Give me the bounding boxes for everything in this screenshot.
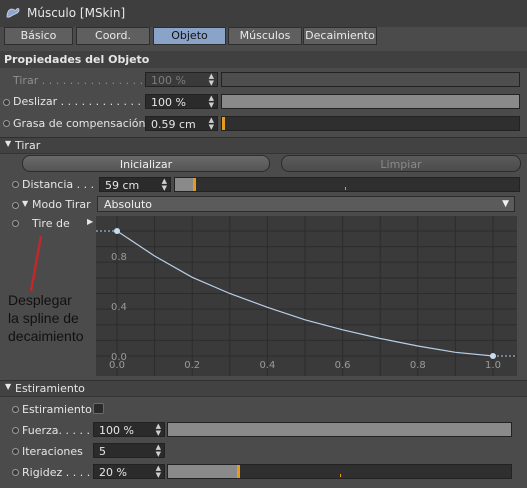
animation-dot-icon[interactable]	[12, 469, 19, 476]
grasa-slider-handle	[222, 117, 225, 130]
force-slider[interactable]	[167, 422, 512, 437]
iterations-label: Iteraciones	[22, 445, 83, 458]
annotation-text: Desplegar la spline de decaimiento	[8, 291, 84, 345]
stretch-section-title: Estiramiento	[15, 382, 85, 395]
stretch-checkbox[interactable]	[93, 403, 104, 414]
mode-dropdown[interactable]: Absoluto ▼	[97, 196, 515, 212]
animation-dot-icon[interactable]	[12, 202, 19, 209]
y-tick-label: 0.0	[111, 352, 127, 363]
tirar-field[interactable]: 100 % ▲ ▼	[145, 72, 218, 87]
distance-slider-fill	[175, 178, 193, 191]
slider-tick	[340, 474, 341, 477]
spline-start-point	[114, 228, 120, 234]
animation-dot-icon[interactable]	[3, 120, 10, 127]
tab-coord[interactable]: Coord.	[76, 27, 150, 45]
rigidity-value: 20 %	[99, 466, 127, 479]
grasa-label: Grasa de compensación	[13, 117, 146, 130]
spinner-icon: ▲ ▼	[155, 464, 161, 479]
expand-triangle-icon[interactable]: ▼	[22, 199, 28, 208]
spinner-icon: ▲ ▼	[155, 422, 161, 437]
chevron-down-icon: ▼	[502, 199, 509, 209]
force-value: 100 %	[99, 424, 134, 437]
spline-end-point	[490, 353, 496, 359]
force-label: Fuerza. . . . .	[22, 424, 90, 437]
title-bar: Músculo [MSkin]	[0, 0, 527, 27]
clear-button[interactable]: Limpiar	[281, 155, 521, 172]
tab-decaimiento[interactable]: Decaimiento	[303, 27, 377, 45]
spinner-icon: ▲ ▼	[161, 177, 167, 192]
x-tick-label: 1.0	[485, 360, 501, 371]
deslizar-label: Deslizar . . . . . . . . . . . . .	[13, 95, 149, 108]
rigidity-slider[interactable]	[167, 464, 512, 479]
deslizar-slider-fill	[222, 95, 519, 108]
distance-slider[interactable]	[174, 177, 520, 192]
rigidity-slider-handle	[237, 465, 240, 478]
tab-bar: Básico Coord. Objeto Músculos Decaimient…	[4, 27, 524, 45]
expand-right-triangle-icon[interactable]: ▶	[87, 217, 93, 226]
deslizar-value: 100 %	[151, 96, 186, 109]
grasa-slider[interactable]	[221, 116, 520, 131]
annotation-arrow	[29, 235, 43, 292]
spinner-icon: ▲ ▼	[155, 443, 161, 458]
rigidity-label: Rigidez . . . . .	[22, 466, 98, 479]
annotation-line-3: decaimiento	[8, 328, 84, 344]
distance-label: Distancia . . .	[22, 178, 95, 191]
iterations-field[interactable]: 5 ▲ ▼	[93, 443, 165, 458]
spinner-icon: ▲ ▼	[208, 72, 214, 87]
x-tick-label: 0.2	[184, 360, 200, 371]
stretch-label: Estiramiento	[22, 403, 92, 416]
x-tick-label: 0.8	[410, 360, 426, 371]
distance-slider-handle	[193, 178, 196, 191]
object-properties-header: Propiedades del Objeto	[0, 51, 527, 68]
slider-tick	[345, 187, 346, 190]
x-tick-label: 0.6	[335, 360, 351, 371]
mode-label: Modo Tirar	[32, 198, 91, 211]
window-title: Músculo [MSkin]	[27, 6, 126, 20]
annotation-arrow-line	[29, 235, 43, 292]
animation-dot-icon[interactable]	[12, 406, 19, 413]
tirar-value: 100 %	[151, 74, 186, 87]
distance-value: 59 cm	[105, 179, 140, 192]
annotation-line-2: la spline de	[8, 310, 79, 326]
deslizar-slider[interactable]	[221, 94, 520, 109]
muscle-icon	[5, 6, 21, 20]
pull-section-header[interactable]: ▼ Tirar	[0, 137, 527, 154]
collapse-triangle-icon: ▼	[5, 139, 12, 148]
rigidity-slider-fill	[168, 465, 237, 478]
stretch-section-header[interactable]: ▼ Estiramiento	[0, 380, 527, 397]
y-tick-label: 0.4	[111, 302, 127, 313]
tirar-label: Tirar . . . . . . . . . . . . . . .	[13, 74, 144, 87]
force-slider-fill	[168, 423, 511, 436]
tirar-slider[interactable]	[221, 72, 520, 87]
object-properties-title: Propiedades del Objeto	[4, 53, 150, 66]
spinner-icon: ▲ ▼	[208, 116, 214, 131]
rigidity-field[interactable]: 20 % ▲ ▼	[93, 464, 165, 479]
force-field[interactable]: 100 % ▲ ▼	[93, 422, 165, 437]
pull-section-title: Tirar	[15, 139, 41, 152]
initialize-button[interactable]: Inicializar	[22, 155, 270, 172]
tab-musculos[interactable]: Músculos	[228, 27, 302, 45]
animation-dot-icon[interactable]	[12, 427, 19, 434]
deslizar-field[interactable]: 100 % ▲ ▼	[145, 94, 218, 109]
animation-dot-icon[interactable]	[12, 220, 19, 227]
tab-objeto[interactable]: Objeto	[153, 27, 226, 45]
spinner-icon: ▲ ▼	[208, 94, 214, 109]
animation-dot-icon[interactable]	[3, 99, 10, 106]
grasa-field[interactable]: 0.59 cm ▲ ▼	[145, 116, 218, 131]
tab-basico[interactable]: Básico	[4, 27, 73, 45]
iterations-value: 5	[99, 445, 106, 458]
y-tick-label: 0.8	[111, 252, 127, 263]
x-tick-label: 0.4	[259, 360, 275, 371]
annotation-line-1: Desplegar	[8, 292, 72, 308]
falloff-spline-chart[interactable]: 0.0 0.2 0.4 0.6 0.8 1.00.80.40.0	[96, 216, 517, 376]
animation-dot-icon[interactable]	[12, 181, 19, 188]
collapse-triangle-icon: ▼	[5, 382, 12, 391]
distance-field[interactable]: 59 cm ▲ ▼	[99, 177, 171, 192]
mode-value: Absoluto	[104, 198, 153, 211]
animation-dot-icon[interactable]	[12, 448, 19, 455]
grasa-value: 0.59 cm	[151, 118, 196, 131]
